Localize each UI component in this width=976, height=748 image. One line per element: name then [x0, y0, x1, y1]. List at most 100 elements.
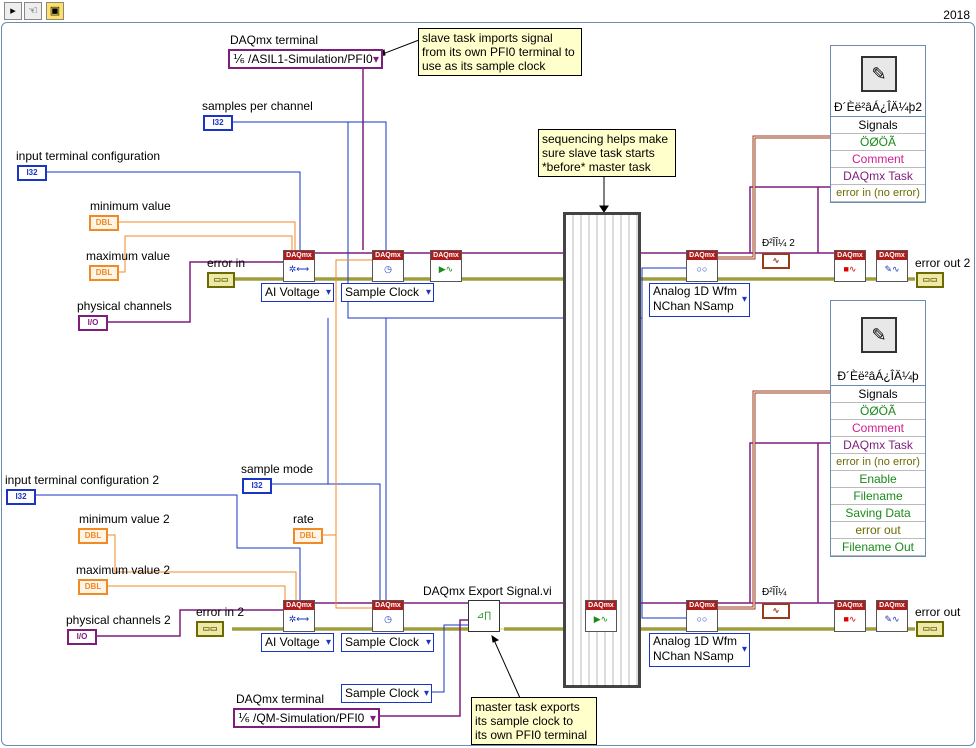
cluster-row[interactable]: Signals [831, 117, 925, 134]
label-minimum-value-2: minimum value 2 [79, 512, 170, 526]
daqmx-create-channel-vi[interactable]: DAQmx ✲⟷ [283, 250, 315, 282]
waveform-indicator-top: ∿ [762, 253, 790, 269]
vi-header: DAQmx [877, 601, 907, 610]
daqmx-read-vi[interactable]: DAQmx ○○ [686, 250, 718, 282]
vi-header: DAQmx [431, 251, 461, 260]
note-line: sure slave task starts [542, 146, 655, 160]
label-input-terminal-config: input terminal configuration [16, 149, 161, 163]
chevron-down-icon: ▾ [741, 294, 747, 305]
chevron-down-icon: ▾ [741, 644, 747, 655]
cluster-row[interactable]: ÖØÖÃ [831, 403, 925, 420]
stop-icon: ■∿ [843, 264, 857, 274]
cluster-row[interactable]: DAQmx Task [831, 168, 925, 185]
glasses-icon: ○○ [696, 264, 708, 274]
pencil-icon: ✎ [861, 56, 897, 92]
sample-clock-selector[interactable]: Sample Clock ▾ [341, 283, 434, 302]
chevron-down-icon: ▾ [372, 52, 379, 66]
ai-voltage-value: AI Voltage [265, 285, 320, 299]
vi-header: DAQmx [373, 601, 403, 610]
daqmx-terminal-top[interactable]: ⅙ /ASIL1-Simulation/PFI0 ▾ [228, 49, 383, 69]
sample-clock-value: Sample Clock [345, 635, 420, 649]
cluster-row[interactable]: Filename Out [831, 539, 925, 556]
note-line: sequencing helps make [542, 132, 669, 146]
sample-clock-2-selector[interactable]: Sample Clock ▾ [341, 633, 434, 652]
cluster-row[interactable]: Comment [831, 151, 925, 168]
maximum-value-2-control[interactable]: DBL [78, 579, 108, 595]
physical-channels-control[interactable]: I/O [78, 315, 108, 331]
chevron-down-icon: ▾ [325, 637, 331, 648]
analog-wfm-selector[interactable]: Analog 1D Wfm NChan NSamp ▾ [649, 283, 750, 317]
cluster-row[interactable]: Saving Data [831, 505, 925, 522]
cluster-row[interactable]: error in (no error) [831, 454, 925, 471]
physical-channels-2-control[interactable]: I/O [67, 629, 97, 645]
error-out-indicator: ▭▭ [916, 621, 944, 637]
daqmx-timing-2-vi[interactable]: DAQmx ◷ [372, 600, 404, 632]
note-line: *before* master task [542, 160, 651, 174]
daqmx-terminal-bottom[interactable]: ⅙ /QM-Simulation/PFI0 ▾ [233, 708, 380, 728]
input-terminal-config-2-control[interactable]: I32 [6, 489, 36, 505]
terminal-bottom-value: /QM-Simulation/PFI0 [252, 711, 365, 725]
cluster-row[interactable]: error in (no error) [831, 185, 925, 202]
note-master: master task exports its sample clock to … [471, 697, 597, 745]
label-rate: rate [293, 512, 314, 526]
vi-header: DAQmx [835, 601, 865, 610]
cluster-row[interactable]: Enable [831, 471, 925, 488]
glasses-icon: ○○ [696, 614, 708, 624]
sample-clock-export-selector[interactable]: Sample Clock ▾ [341, 684, 432, 703]
minimum-value-2-control[interactable]: DBL [78, 528, 108, 544]
cluster-row[interactable]: error out [831, 522, 925, 539]
daqmx-read-2-vi[interactable]: DAQmx ○○ [686, 600, 718, 632]
waveform-indicator-bottom: ∿ [762, 603, 790, 619]
cluster-row[interactable]: DAQmx Task [831, 437, 925, 454]
terminal-top-value: /ASIL1-Simulation/PFI0 [247, 52, 373, 66]
clock-icon: ◷ [384, 614, 392, 624]
label-physical-channels: physical channels [77, 299, 172, 313]
label-error-out-2: error out 2 [915, 256, 971, 270]
note-line: its sample clock to [475, 714, 574, 728]
daqmx-start-task-2-vi[interactable]: DAQmx ▶∿ [585, 600, 617, 632]
maximum-value-control[interactable]: DBL [89, 265, 119, 281]
vi-header: DAQmx [373, 251, 403, 260]
daqmx-timing-vi[interactable]: DAQmx ◷ [372, 250, 404, 282]
ai-voltage-selector[interactable]: AI Voltage ▾ [261, 283, 334, 302]
label-sample-mode: sample mode [241, 462, 314, 476]
daqmx-start-task-vi[interactable]: DAQmx ▶∿ [430, 250, 462, 282]
daqmx-clear-task-vi[interactable]: DAQmx ✎∿ [876, 250, 908, 282]
small-label-bottom: Ð²ÎÎ¼ [762, 587, 787, 598]
ai-voltage-2-selector[interactable]: AI Voltage ▾ [261, 633, 334, 652]
note-slave: slave task imports signal from its own P… [418, 28, 582, 76]
daqmx-create-channel-2-vi[interactable]: DAQmx ✲⟷ [283, 600, 315, 632]
label-maximum-value-2: maximum value 2 [76, 563, 171, 577]
input-terminal-config-control[interactable]: I32 [17, 165, 47, 181]
error-out-2-indicator: ▭▭ [916, 272, 944, 288]
cluster-row[interactable]: ÖØÖÃ [831, 134, 925, 151]
error-in-control[interactable]: ▭▭ [207, 272, 235, 288]
eraser-icon: ✎∿ [884, 264, 900, 274]
chevron-down-icon: ▾ [423, 688, 429, 699]
note-sequencing: sequencing helps make sure slave task st… [538, 129, 676, 177]
samples-per-channel-control[interactable]: I32 [203, 115, 233, 131]
error-in-2-control[interactable]: ▭▭ [196, 621, 224, 637]
note-line: master task exports [475, 700, 580, 714]
sample-clock-value: Sample Clock [345, 686, 420, 700]
daqmx-stop-task-vi[interactable]: DAQmx ■∿ [834, 250, 866, 282]
create-channel-icon: ✲⟷ [288, 264, 310, 274]
daqmx-stop-task-2-vi[interactable]: DAQmx ■∿ [834, 600, 866, 632]
cluster-name: Ð´Èë²âÁ¿ÎÄ¼þ [837, 369, 919, 383]
sample-mode-control[interactable]: I32 [242, 478, 272, 494]
chevron-down-icon: ▾ [369, 711, 376, 725]
label-error-in: error in [207, 256, 246, 270]
daqmx-clear-task-2-vi[interactable]: DAQmx ✎∿ [876, 600, 908, 632]
cluster-icon: ✎ Ð´Èë²âÁ¿ÎÄ¼þ2 [831, 46, 925, 117]
cluster-write-measurement[interactable]: ✎ Ð´Èë²âÁ¿ÎÄ¼þ Signals ÖØÖÃ Comment DAQm… [830, 300, 926, 557]
analog-wfm-line1: Analog 1D Wfm [653, 634, 738, 648]
cluster-row[interactable]: Comment [831, 420, 925, 437]
rate-control[interactable]: DBL [293, 528, 323, 544]
analog-wfm-2-selector[interactable]: Analog 1D Wfm NChan NSamp ▾ [649, 633, 750, 667]
cluster-row[interactable]: Filename [831, 488, 925, 505]
cluster-write-measurement-2[interactable]: ✎ Ð´Èë²âÁ¿ÎÄ¼þ2 Signals ÖØÖÃ Comment DAQ… [830, 45, 926, 203]
cluster-row[interactable]: Signals [831, 386, 925, 403]
minimum-value-control[interactable]: DBL [89, 215, 119, 231]
daqmx-export-signal-vi[interactable]: ⊿∏ [468, 600, 500, 632]
vi-header: DAQmx [687, 601, 717, 610]
